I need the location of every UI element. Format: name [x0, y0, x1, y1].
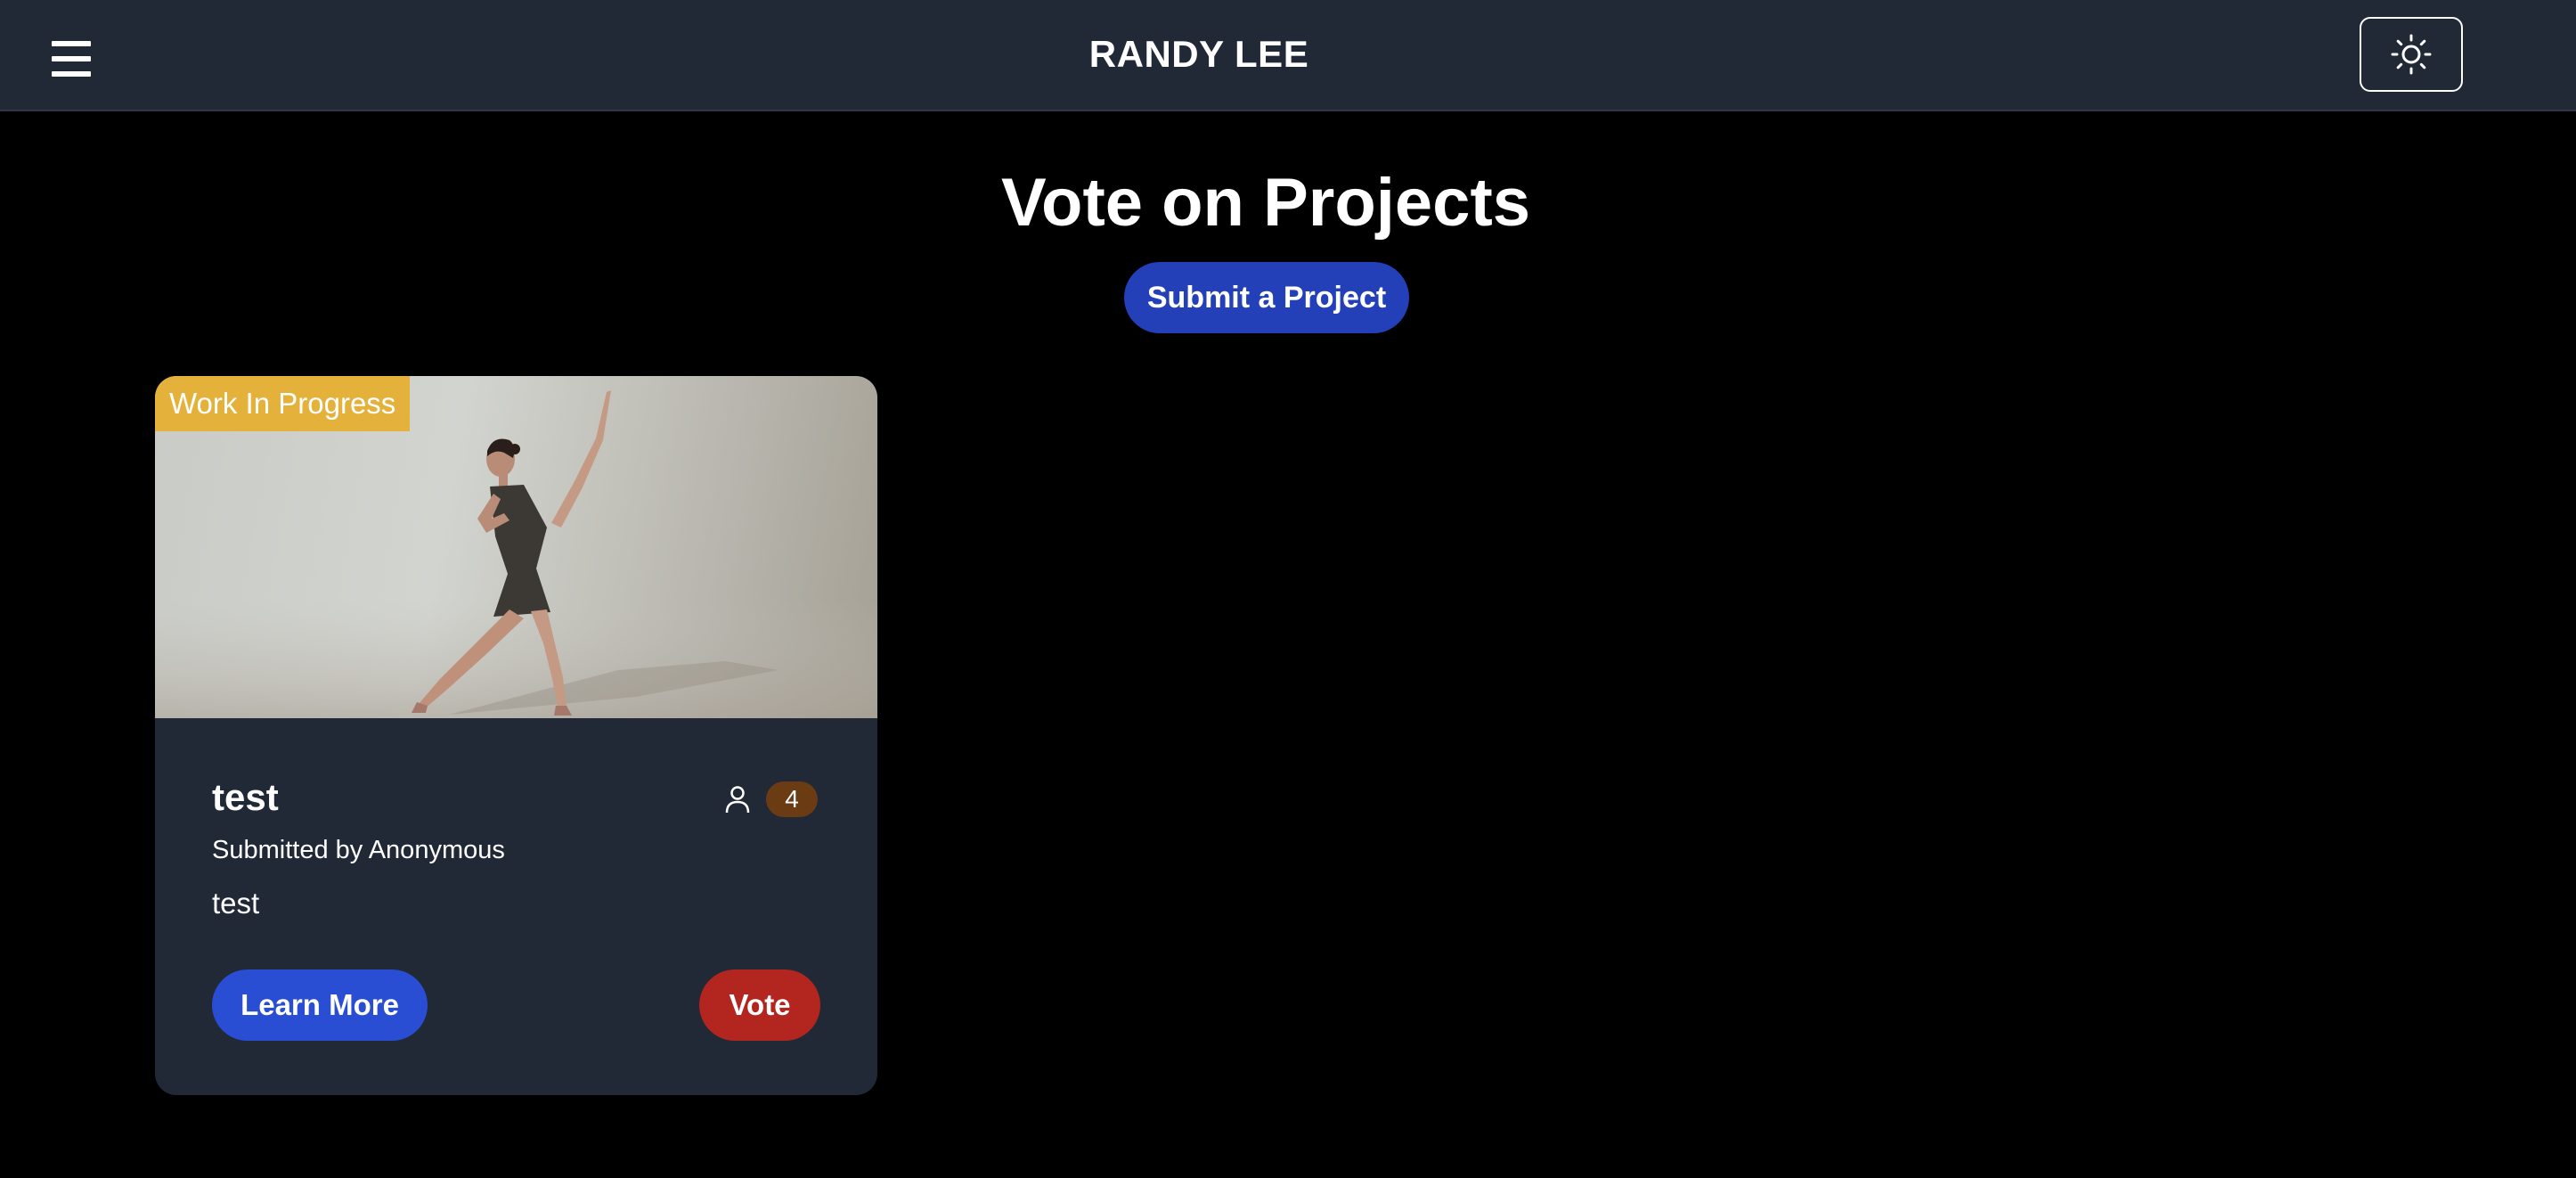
project-image[interactable]: Work In Progress — [155, 376, 877, 718]
learn-more-button[interactable]: Learn More — [212, 969, 428, 1041]
site-brand[interactable]: RANDY LEE — [0, 0, 2398, 109]
vote-button[interactable]: Vote — [699, 969, 820, 1041]
status-badge: Work In Progress — [155, 376, 411, 431]
project-card: Work In Progress test 4 Submitted by Ano… — [155, 376, 877, 1095]
sun-icon — [2391, 34, 2432, 75]
project-description: test — [212, 887, 260, 920]
vote-count-badge: 4 — [766, 781, 818, 817]
theme-toggle-button[interactable] — [2360, 17, 2463, 92]
page-title: Vote on Projects — [1000, 165, 1531, 241]
project-title: test — [212, 776, 279, 818]
submit-project-button[interactable]: Submit a Project — [1124, 262, 1409, 333]
user-icon — [725, 786, 750, 814]
vote-count-group: 4 — [725, 781, 818, 818]
top-navbar: RANDY LEE — [0, 0, 2576, 111]
submitted-by-text: Submitted by Anonymous — [212, 836, 505, 864]
